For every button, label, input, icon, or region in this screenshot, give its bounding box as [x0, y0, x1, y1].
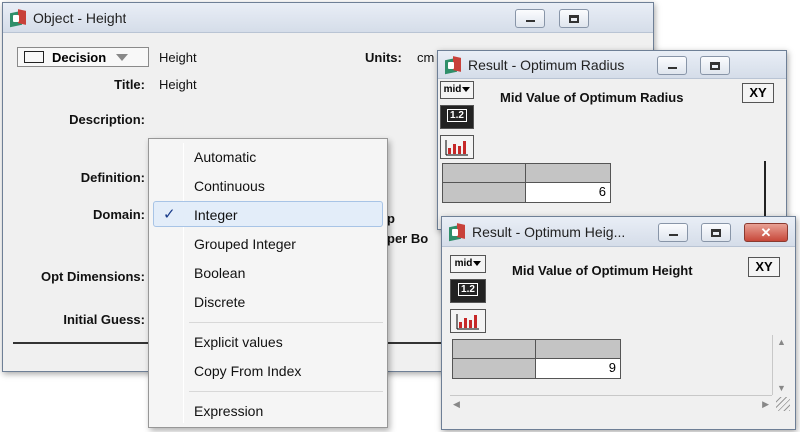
menu-item-explicit-values[interactable]: Explicit values	[194, 334, 283, 350]
height-graph-view-button[interactable]	[450, 309, 486, 333]
height-mid-select[interactable]: mid	[450, 255, 486, 273]
height-heading: Mid Value of Optimum Height	[512, 263, 693, 278]
description-label: Description:	[69, 112, 145, 127]
dropdown-arrow-icon	[473, 261, 482, 266]
mid-select-label: mid	[454, 258, 473, 269]
radius-table-border	[764, 161, 766, 221]
menu-item-copy-from-index[interactable]: Copy From Index	[194, 363, 301, 379]
height-index-cell	[452, 358, 536, 379]
bar-chart-icon	[456, 314, 479, 330]
resize-grip-icon[interactable]	[776, 397, 790, 411]
radius-mid-select[interactable]: mid	[440, 81, 474, 99]
height-minimize-button[interactable]	[658, 223, 688, 242]
domain-partial-text: p	[387, 211, 395, 226]
identifier-value[interactable]: Height	[159, 50, 197, 65]
radius-heading: Mid Value of Optimum Radius	[500, 90, 684, 105]
menu-item-boolean[interactable]: Boolean	[194, 265, 245, 281]
class-select[interactable]: Decision	[17, 47, 149, 67]
radius-graph-view-button[interactable]	[440, 135, 474, 159]
menu-item-automatic[interactable]: Automatic	[194, 149, 256, 165]
object-window-titlebar[interactable]: Object - Height	[3, 3, 653, 33]
scroll-left-icon[interactable]: ◀	[453, 399, 460, 410]
height-header-cell	[535, 339, 621, 359]
domain-dropdown-menu: ✓ Automatic Continuous Integer Grouped I…	[148, 138, 388, 428]
result-height-titlebar[interactable]: Result - Optimum Heig...	[442, 217, 795, 247]
initial-guess-label: Initial Guess:	[63, 312, 145, 327]
class-select-value: Decision	[52, 49, 107, 65]
analytica-app-icon	[9, 8, 27, 27]
analytica-app-icon	[448, 222, 466, 241]
result-height-window: Result - Optimum Heig... ✕ mid 1.2 Mid V…	[441, 216, 796, 430]
height-value-cell[interactable]: 9	[535, 358, 621, 379]
result-radius-titlebar[interactable]: Result - Optimum Radius	[438, 51, 786, 79]
scroll-down-icon[interactable]: ▼	[777, 383, 786, 393]
menu-separator	[189, 391, 383, 392]
opt-dimensions-label: Opt Dimensions:	[40, 269, 145, 284]
menu-separator	[189, 322, 383, 323]
units-label: Units:	[365, 50, 402, 65]
height-header-cell	[452, 339, 536, 359]
scroll-right-icon[interactable]: ▶	[762, 399, 769, 410]
maximize-icon	[710, 61, 720, 70]
domain-label: Domain:	[93, 207, 145, 222]
radius-maximize-button[interactable]	[700, 56, 730, 75]
menu-item-grouped-integer[interactable]: Grouped Integer	[194, 236, 296, 252]
maximize-icon	[711, 228, 721, 237]
node-shape-icon	[24, 51, 44, 63]
menu-item-discrete[interactable]: Discrete	[194, 294, 245, 310]
radius-minimize-button[interactable]	[657, 56, 687, 75]
upper-bound-partial-label: per Bo	[387, 231, 429, 246]
object-minimize-button[interactable]	[515, 9, 545, 28]
menu-highlight	[153, 201, 383, 227]
units-value[interactable]: cm	[417, 50, 434, 65]
title-value[interactable]: Height	[159, 77, 197, 92]
object-window-title: Object - Height	[33, 9, 127, 26]
radius-header-cell	[525, 163, 611, 183]
menu-item-continuous[interactable]: Continuous	[194, 178, 265, 194]
object-maximize-button[interactable]	[559, 9, 589, 28]
mid-select-label: mid	[443, 84, 462, 95]
result-height-title: Result - Optimum Heig...	[472, 223, 626, 240]
close-icon: ✕	[760, 225, 772, 240]
height-vertical-scrollbar[interactable]: ▲ ▼	[772, 335, 789, 395]
radius-value-cell[interactable]: 6	[525, 182, 611, 203]
height-xy-button[interactable]: XY	[748, 257, 780, 277]
table-view-label: 1.2	[458, 283, 478, 296]
checkmark-icon: ✓	[163, 206, 176, 223]
dropdown-arrow-icon	[462, 87, 471, 92]
height-close-button[interactable]: ✕	[744, 223, 788, 242]
title-label: Title:	[114, 77, 145, 92]
scroll-up-icon[interactable]: ▲	[777, 337, 786, 347]
radius-xy-button[interactable]: XY	[742, 83, 774, 103]
xy-button-label: XY	[755, 259, 773, 274]
height-table-view-button[interactable]: 1.2	[450, 279, 486, 303]
table-view-label: 1.2	[447, 109, 467, 122]
minimize-icon	[668, 234, 678, 236]
minimize-icon	[667, 67, 677, 69]
menu-icon-gutter	[183, 143, 184, 423]
radius-table-view-button[interactable]: 1.2	[440, 105, 474, 129]
chevron-down-icon	[116, 53, 129, 61]
radius-index-cell	[442, 182, 526, 203]
height-horizontal-scrollbar[interactable]: ◀ ▶	[450, 395, 772, 412]
radius-header-cell	[442, 163, 526, 183]
xy-button-label: XY	[749, 85, 767, 100]
maximize-icon	[569, 14, 579, 23]
height-maximize-button[interactable]	[701, 223, 731, 242]
result-radius-window: Result - Optimum Radius mid 1.2 Mid Valu…	[437, 50, 787, 230]
analytica-app-icon	[444, 55, 462, 74]
menu-item-expression[interactable]: Expression	[194, 403, 263, 419]
minimize-icon	[525, 20, 535, 22]
definition-label: Definition:	[80, 170, 145, 185]
result-radius-title: Result - Optimum Radius	[468, 56, 625, 73]
menu-item-integer[interactable]: Integer	[194, 207, 238, 223]
bar-chart-icon	[445, 140, 468, 156]
